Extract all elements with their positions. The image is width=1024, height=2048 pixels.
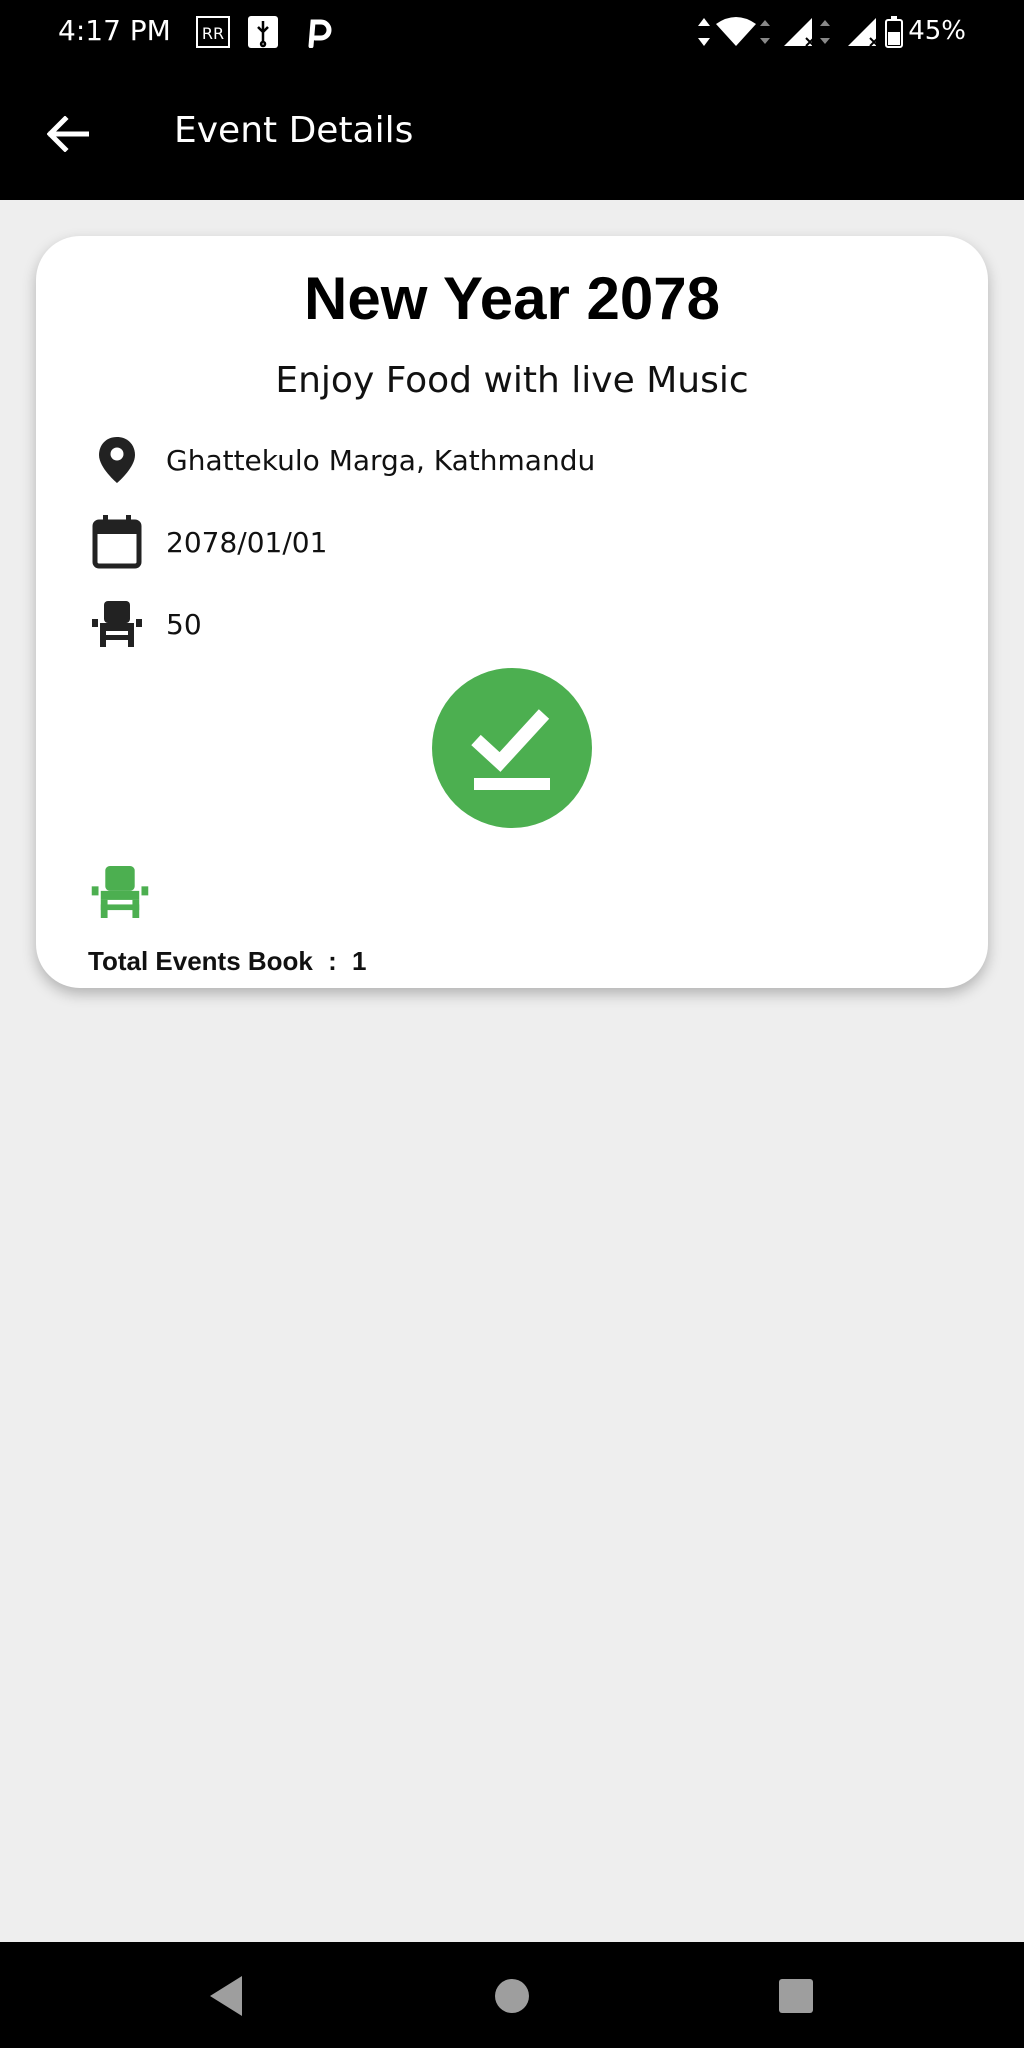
event-location: Ghattekulo Marga, Kathmandu (166, 443, 596, 477)
seat-icon (90, 597, 144, 651)
usb-icon (248, 16, 278, 48)
event-date: 2078/01/01 (166, 525, 328, 559)
event-subtitle: Enjoy Food with live Music (275, 360, 749, 401)
check-download-icon (471, 709, 550, 790)
recents-square-icon (779, 1979, 813, 2013)
total-events-booked: Total Events Book : 1 (88, 946, 367, 977)
back-button[interactable] (42, 108, 94, 160)
event-title: New Year 2078 (304, 265, 720, 332)
total-label: Total Events Book (88, 946, 313, 976)
data-arrows-icon (698, 18, 710, 46)
navigation-bar (0, 1942, 1024, 2048)
total-value: 1 (352, 946, 367, 976)
signal-icon (784, 18, 815, 47)
nav-recents-button[interactable] (766, 1966, 826, 2026)
wifi-icon (716, 17, 756, 46)
svg-text:RR: RR (202, 24, 224, 43)
battery-percent: 45% (908, 16, 966, 46)
book-event-button[interactable] (432, 668, 592, 828)
arrow-left-icon (47, 116, 89, 152)
back-triangle-icon (210, 1976, 242, 2016)
total-separator: : (328, 946, 337, 976)
status-time: 4:17 PM (58, 14, 171, 47)
home-circle-icon (495, 1979, 529, 2013)
page-title: Event Details (174, 110, 414, 151)
status-bar: 4:17 PM RR 45% (0, 0, 1024, 66)
signal-icon-2 (848, 18, 879, 47)
booked-seat-icon (90, 866, 154, 926)
wifi-arrows-icon (760, 20, 770, 44)
date-row: 2078/01/01 (90, 512, 327, 572)
app-bar: Event Details (0, 66, 1024, 200)
p-icon (308, 19, 332, 48)
seats-row: 50 (90, 594, 202, 654)
calendar-icon (90, 515, 144, 569)
signal-arrows-icon (820, 20, 830, 44)
nav-back-button[interactable] (196, 1966, 256, 2026)
nav-home-button[interactable] (482, 1966, 542, 2026)
location-pin-icon (90, 433, 144, 487)
battery-icon (885, 16, 903, 48)
location-row: Ghattekulo Marga, Kathmandu (90, 430, 595, 490)
rr-icon: RR (196, 16, 230, 48)
event-card: New Year 2078 Enjoy Food with live Music… (36, 236, 988, 988)
event-seats: 50 (166, 607, 202, 641)
